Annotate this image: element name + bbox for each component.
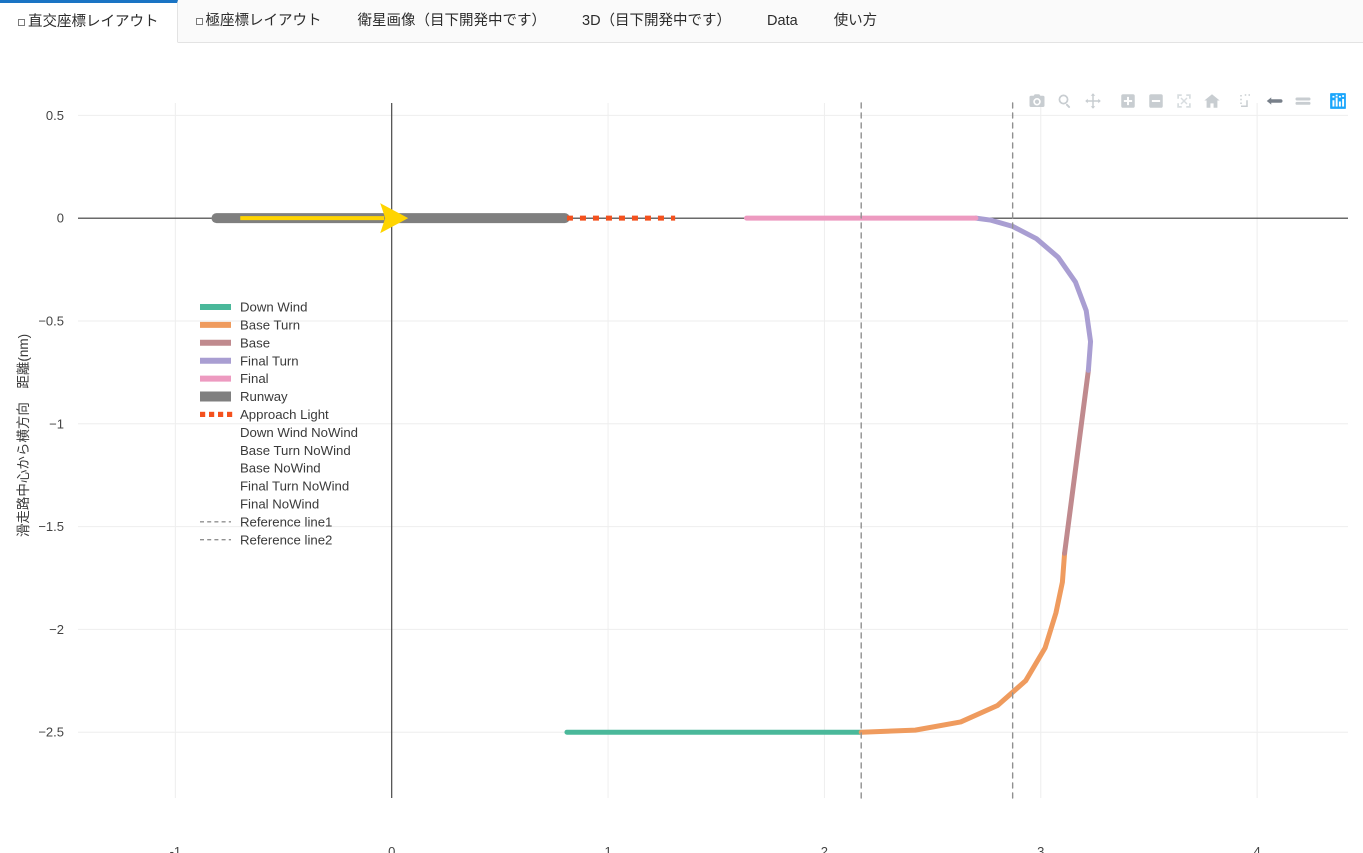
hover-compare-icon[interactable]	[1291, 89, 1314, 112]
legend-item[interactable]: Base NoWind	[240, 461, 321, 476]
tab-label: 使い方	[833, 12, 878, 29]
autoscale-icon[interactable]	[1172, 89, 1195, 112]
y-tick-label: 0	[57, 211, 64, 226]
zoom-out-icon[interactable]	[1144, 89, 1167, 112]
x-tick-label: 0	[388, 844, 395, 853]
camera-icon[interactable]	[1025, 89, 1048, 112]
y-tick-label: −2.5	[38, 725, 64, 740]
legend-swatch	[227, 411, 233, 417]
tab-label: Data	[767, 12, 798, 29]
tab-label: 極座標レイアウト	[205, 12, 322, 29]
legend-label: Final Turn	[240, 353, 299, 368]
tab-how-to-use[interactable]: 使い方	[816, 0, 896, 42]
tab-bar: 直交座標レイアウト 極座標レイアウト 衛星画像（目下開発中です） 3D（目下開発…	[0, 0, 1363, 43]
y-tick-label: −1	[49, 416, 64, 431]
tab-3d[interactable]: 3D（目下開発中です）	[564, 0, 749, 42]
legend-label: Final	[240, 371, 269, 386]
legend-item[interactable]: Final Turn NoWind	[240, 479, 349, 494]
legend-swatch	[209, 411, 215, 417]
hover-closest-icon[interactable]	[1263, 89, 1286, 112]
y-tick-label: −0.5	[38, 313, 64, 328]
legend-label: Base Turn	[240, 318, 300, 333]
tab-satellite-image[interactable]: 衛星画像（目下開発中です）	[340, 0, 565, 42]
legend-label: Base Turn NoWind	[240, 443, 351, 458]
home-reset-icon[interactable]	[1200, 89, 1223, 112]
legend-label: Approach Light	[240, 407, 329, 422]
flight-path-chart: -1012340.50−0.5−1−1.5−2−2.5滑走路中心から縦方向 距離…	[0, 43, 1363, 853]
legend-item[interactable]: Base Turn NoWind	[240, 443, 351, 458]
legend-label: Down Wind	[240, 300, 307, 315]
x-tick-label: 2	[821, 844, 828, 853]
y-axis-title: 滑走路中心から横方向 距離(nm)	[16, 334, 31, 537]
legend-item[interactable]: Final NoWind	[240, 497, 319, 512]
x-tick-label: 3	[1037, 844, 1044, 853]
y-tick-label: 0.5	[46, 108, 64, 123]
spike-lines-icon[interactable]	[1235, 89, 1258, 112]
legend-label: Base NoWind	[240, 461, 321, 476]
app-root: 直交座標レイアウト 極座標レイアウト 衛星画像（目下開発中です） 3D（目下開発…	[0, 0, 1363, 853]
plotly-modebar	[1025, 89, 1349, 112]
plot-container: -1012340.50−0.5−1−1.5−2−2.5滑走路中心から縦方向 距離…	[0, 43, 1363, 853]
zoom-in-icon[interactable]	[1116, 89, 1139, 112]
legend-label: Down Wind NoWind	[240, 425, 358, 440]
x-tick-label: 4	[1254, 844, 1261, 853]
tab-data[interactable]: Data	[749, 0, 816, 42]
pan-icon[interactable]	[1081, 89, 1104, 112]
missing-glyph-box-icon	[18, 19, 25, 26]
legend-label: Runway	[240, 389, 288, 404]
legend-label: Base	[240, 335, 270, 350]
zoom-icon[interactable]	[1053, 89, 1076, 112]
x-tick-label: -1	[170, 844, 182, 853]
legend-label: Reference line1	[240, 514, 332, 529]
legend-item[interactable]: Down Wind NoWind	[240, 425, 358, 440]
legend-label: Reference line2	[240, 532, 332, 547]
plotly-logo-icon[interactable]	[1326, 89, 1349, 112]
tab-orthogonal-layout[interactable]: 直交座標レイアウト	[0, 0, 178, 43]
missing-glyph-box-icon	[195, 17, 203, 25]
y-tick-label: −1.5	[38, 519, 64, 534]
tab-polar-layout[interactable]: 極座標レイアウト	[178, 0, 340, 42]
legend-swatch	[218, 411, 224, 417]
x-tick-label: 1	[604, 844, 611, 853]
legend-swatch	[200, 411, 206, 417]
tab-label: 3D（目下開発中です）	[582, 12, 732, 29]
y-tick-label: −2	[49, 622, 64, 637]
tab-label: 衛星画像（目下開発中です）	[357, 12, 547, 29]
legend-label: Final NoWind	[240, 497, 319, 512]
legend-label: Final Turn NoWind	[240, 479, 349, 494]
tab-label: 直交座標レイアウト	[28, 14, 159, 31]
